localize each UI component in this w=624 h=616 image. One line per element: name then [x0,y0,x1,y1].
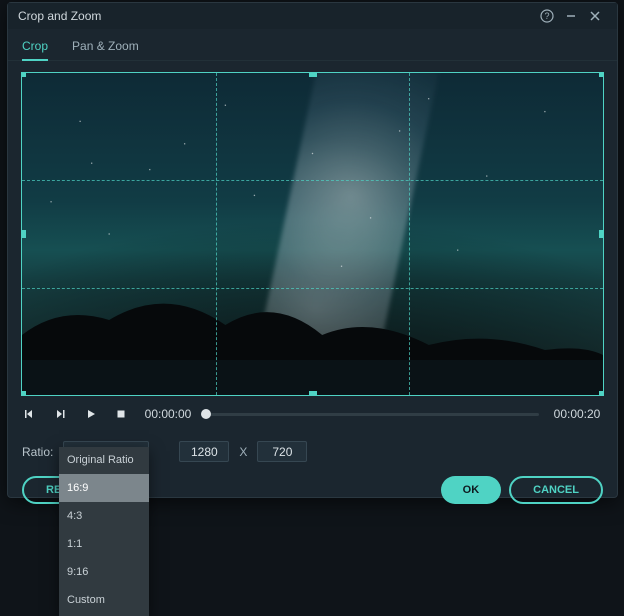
ratio-label: Ratio: [22,445,53,459]
dimension-separator: X [239,445,247,459]
ratio-option-custom[interactable]: Custom [59,586,149,614]
svg-text:?: ? [544,11,549,21]
ratio-option-16-9[interactable]: 16:9 [59,474,149,502]
step-forward-icon[interactable] [52,405,70,423]
current-time: 00:00:00 [142,407,194,421]
play-icon[interactable] [82,405,100,423]
titlebar: Crop and Zoom ? [8,3,617,29]
stop-icon[interactable] [112,405,130,423]
ratio-option-1-1[interactable]: 1:1 [59,530,149,558]
width-input[interactable]: 1280 [179,441,229,462]
minimize-icon[interactable] [559,10,583,22]
ratio-option-original[interactable]: Original Ratio [59,447,149,474]
cancel-button[interactable]: CANCEL [509,476,603,504]
ok-button[interactable]: OK [441,476,502,504]
crop-zoom-dialog: Crop and Zoom ? Crop Pan & Zoom [7,2,618,498]
ratio-dropdown[interactable]: Original Ratio 16:9 4:3 1:1 9:16 Custom [59,447,149,616]
close-icon[interactable] [583,10,607,22]
window-title: Crop and Zoom [18,9,535,23]
seek-slider[interactable] [206,407,539,421]
tab-panzoom[interactable]: Pan & Zoom [72,31,139,60]
playback-controls: 00:00:00 00:00:20 [8,401,617,423]
help-icon[interactable]: ? [535,9,559,23]
preview-area [22,73,603,395]
seek-thumb[interactable] [201,409,211,419]
duration: 00:00:20 [551,407,603,421]
height-input[interactable]: 720 [257,441,307,462]
ratio-option-9-16[interactable]: 9:16 [59,558,149,586]
video-preview[interactable] [22,73,603,395]
tab-crop[interactable]: Crop [22,31,48,60]
step-back-icon[interactable] [22,405,40,423]
tabs: Crop Pan & Zoom [8,31,617,61]
ratio-option-4-3[interactable]: 4:3 [59,502,149,530]
